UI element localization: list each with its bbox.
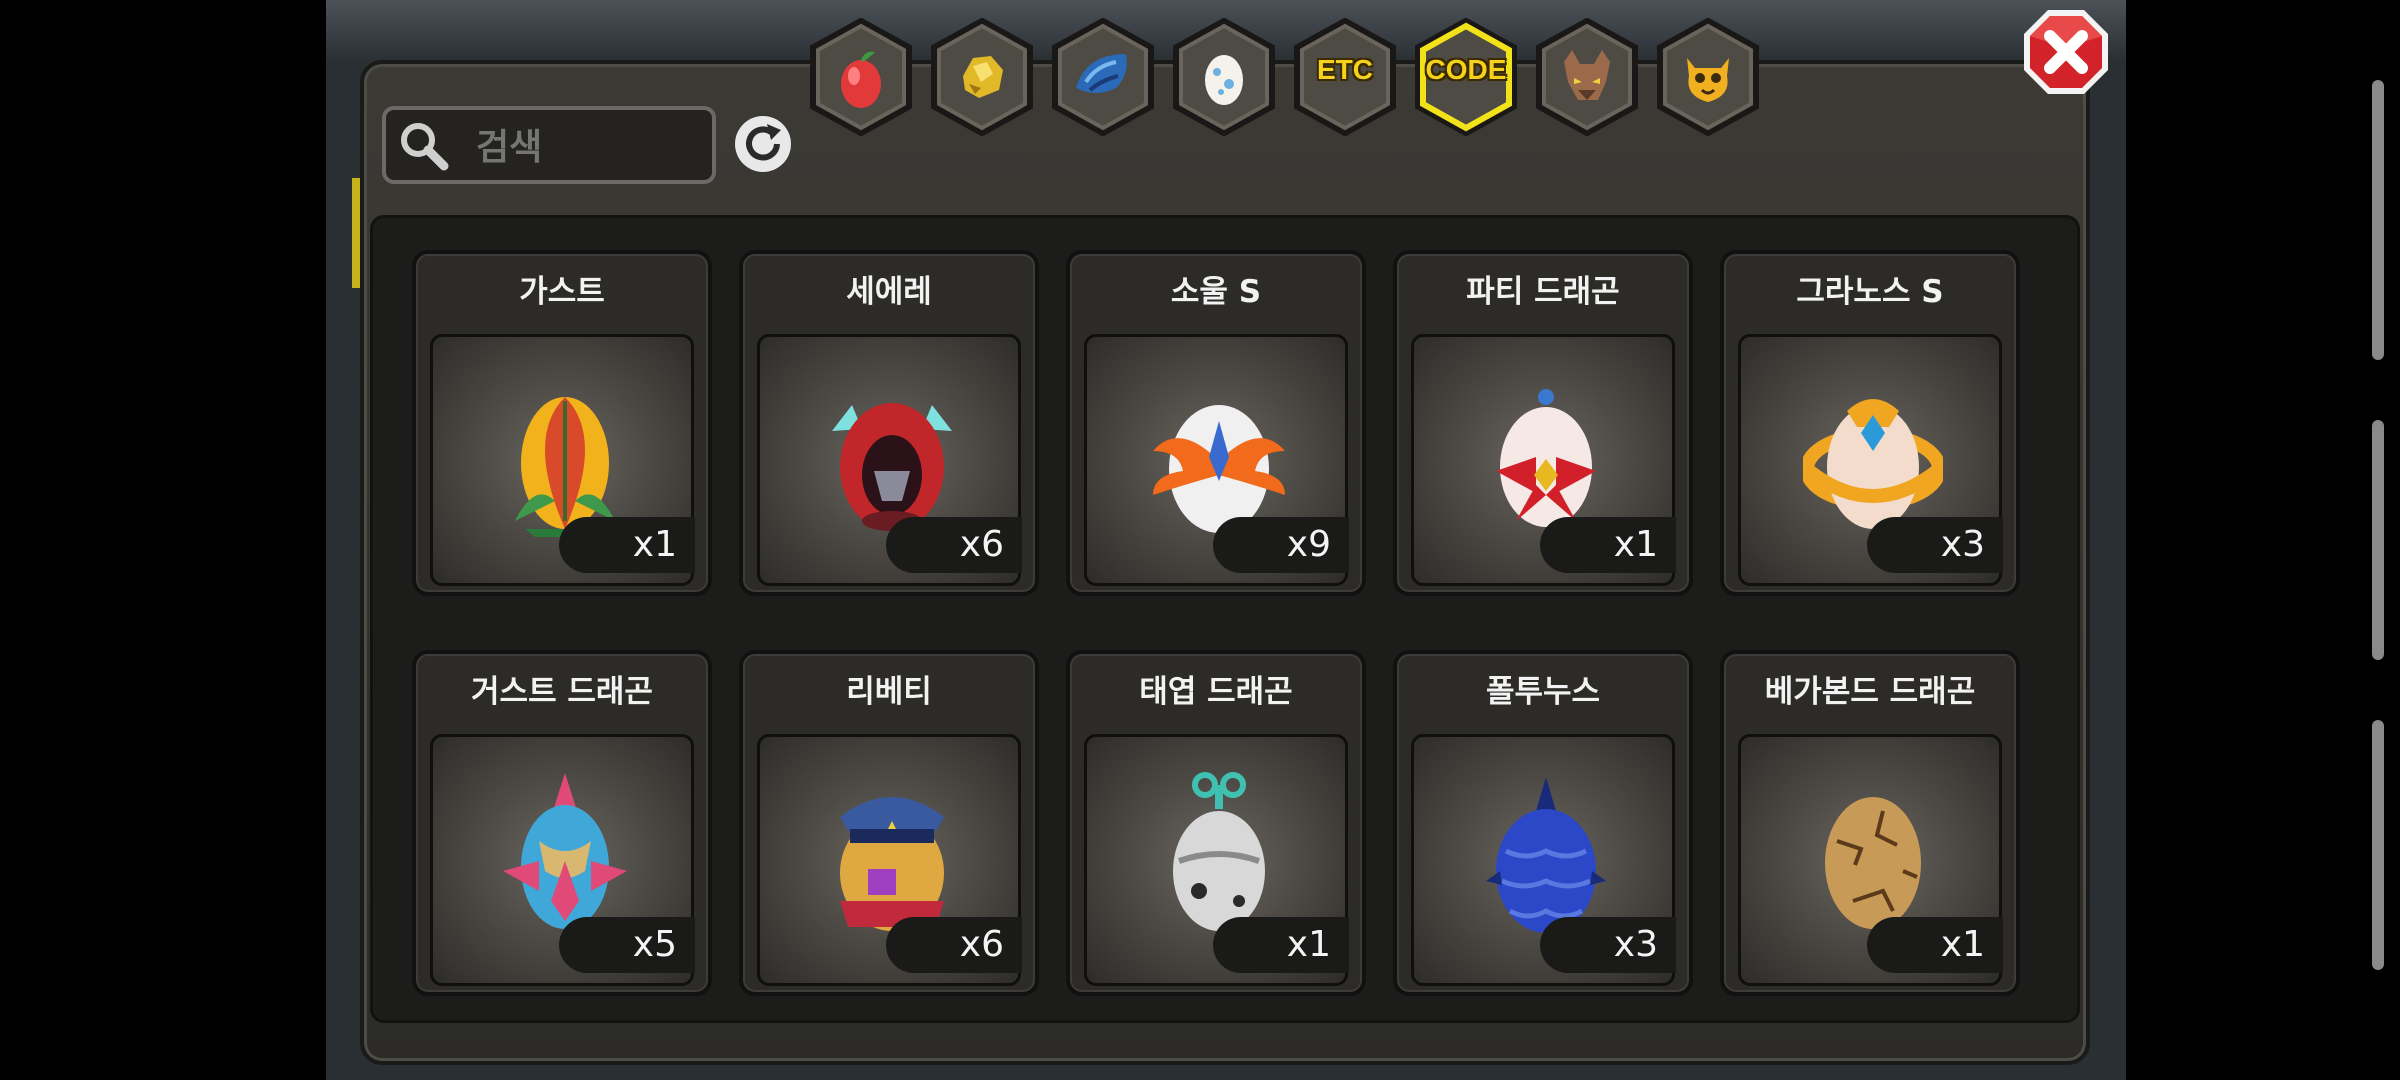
item-name: 그라노스 S: [1796, 274, 1944, 310]
item-name: 베가본드 드래곤: [1764, 674, 1976, 710]
blue-scale-egg-icon: [1486, 777, 1606, 933]
item-icon-frame: x3: [1738, 334, 2003, 586]
item-quantity: x1: [1213, 917, 1349, 973]
scrollbar-segment[interactable]: [2372, 720, 2384, 970]
tab-etc[interactable]: ETC: [1292, 17, 1398, 137]
search-icon: [401, 123, 449, 171]
item-quantity: x6: [886, 517, 1022, 573]
item-card[interactable]: 리베티 x6: [739, 650, 1039, 996]
winged-white-egg-icon: [1153, 405, 1285, 533]
egg-icon: [1205, 55, 1243, 105]
tab-label: CODE: [1425, 54, 1507, 85]
item-quantity: x1: [559, 517, 695, 573]
item-icon-frame: x1: [430, 334, 695, 586]
item-icon-frame: x9: [1084, 334, 1349, 586]
item-card[interactable]: 태엽 드래곤 x1: [1066, 650, 1366, 996]
item-name: 리베티: [846, 674, 932, 710]
item-card[interactable]: 폴투누스 x3: [1393, 650, 1693, 996]
item-card[interactable]: 세에레 x6: [739, 250, 1039, 596]
tab-code[interactable]: CODE: [1413, 17, 1519, 137]
windup-egg-icon: [1173, 772, 1265, 931]
scrollbar-segment[interactable]: [2372, 80, 2384, 360]
item-name: 태엽 드래곤: [1139, 674, 1293, 710]
item-card[interactable]: 그라노스 S x3: [1720, 250, 2020, 596]
item-quantity: x1: [1540, 517, 1676, 573]
item-name: 파티 드래곤: [1466, 274, 1620, 310]
item-icon-frame: x6: [757, 734, 1022, 986]
tab-gold[interactable]: [929, 17, 1035, 137]
item-quantity: x3: [1867, 517, 2003, 573]
item-icon-frame: x3: [1411, 734, 1676, 986]
item-quantity: x3: [1540, 917, 1676, 973]
item-icon-frame: x1: [1738, 734, 2003, 986]
item-quantity: x9: [1213, 517, 1349, 573]
search-box[interactable]: [382, 106, 716, 184]
item-card[interactable]: 소울 S x9: [1066, 250, 1366, 596]
tab-label: ETC: [1317, 54, 1373, 85]
tab-fruit[interactable]: [808, 17, 914, 137]
item-icon-frame: x1: [1084, 734, 1349, 986]
item-icon-frame: x5: [430, 734, 695, 986]
item-card[interactable]: 가스트 x1: [412, 250, 712, 596]
cracked-brown-egg-icon: [1825, 797, 1921, 929]
search-input[interactable]: [474, 126, 698, 169]
item-name: 가스트: [519, 274, 605, 310]
item-quantity: x6: [886, 917, 1022, 973]
tab-imp[interactable]: [1655, 17, 1761, 137]
item-icon-frame: x1: [1411, 334, 1676, 586]
gold-ring-egg-icon: [1803, 399, 1943, 529]
item-quantity: x5: [559, 917, 695, 973]
close-button[interactable]: [2022, 8, 2110, 96]
ribbon-egg-icon: [1496, 389, 1596, 527]
item-icon-frame: x6: [757, 334, 1022, 586]
item-card[interactable]: 베가본드 드래곤 x1: [1720, 650, 2020, 996]
red-hood-egg-icon: [832, 403, 952, 531]
item-name: 거스트 드래곤: [471, 674, 653, 710]
tab-beast[interactable]: [1534, 17, 1640, 137]
leaf-egg-icon: [515, 397, 615, 537]
item-card[interactable]: 파티 드래곤 x1: [1393, 250, 1693, 596]
refresh-icon[interactable]: [733, 114, 793, 174]
item-name: 세에레: [846, 274, 932, 310]
item-quantity: x1: [1867, 917, 2003, 973]
spiked-tribal-egg-icon: [503, 773, 627, 929]
item-card[interactable]: 거스트 드래곤 x5: [412, 650, 712, 996]
scrollbar-segment[interactable]: [2372, 420, 2384, 660]
item-name: 소울 S: [1170, 274, 1262, 310]
tab-egg[interactable]: [1171, 17, 1277, 137]
captain-egg-icon: [840, 797, 944, 931]
tab-scale[interactable]: [1050, 17, 1156, 137]
item-name: 폴투누스: [1485, 674, 1601, 710]
